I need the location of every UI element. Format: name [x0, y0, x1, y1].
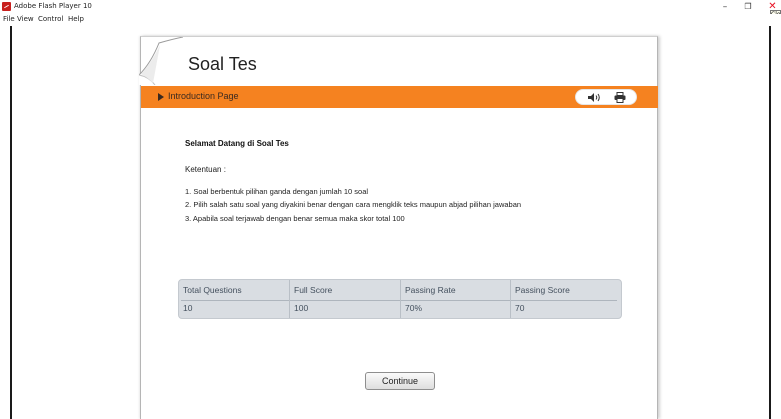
continue-button[interactable]: Continue — [365, 372, 435, 390]
column-value: 70% — [405, 303, 423, 313]
minimize-button[interactable]: – — [718, 0, 732, 14]
menu-bar: File View Control Help — [0, 14, 781, 25]
quiz-stats-table: Total Questions 10 Full Score 100 Passin… — [178, 279, 622, 319]
chevron-right-icon — [158, 93, 164, 101]
column-header: Passing Rate — [405, 285, 456, 295]
maximize-button[interactable]: ❐ — [741, 0, 755, 14]
stats-column-passing-score: Passing Score 70 — [510, 280, 621, 318]
column-header: Full Score — [294, 285, 333, 295]
column-value: 10 — [183, 303, 193, 313]
speaker-icon[interactable] — [587, 92, 601, 103]
column-value: 100 — [294, 303, 309, 313]
stats-column-passing-rate: Passing Rate 70% — [400, 280, 510, 318]
rule-item: 3. Apabila soal terjawab dengan benar se… — [185, 214, 405, 223]
window-title: Adobe Flash Player 10 — [14, 2, 92, 10]
column-header: Passing Score — [515, 285, 570, 295]
column-value: 70 — [515, 303, 525, 313]
page-title: Soal Tes — [188, 54, 257, 74]
stats-column-total-questions: Total Questions 10 — [179, 280, 289, 318]
flash-player-icon — [2, 2, 11, 11]
menu-view[interactable]: View — [17, 14, 34, 25]
menu-help[interactable]: Help — [68, 14, 84, 25]
rule-item: 2. Pilih salah satu soal yang diyakini b… — [185, 200, 522, 209]
rule-item: 1. Soal berbentuk pilihan ganda dengan j… — [185, 187, 369, 196]
column-header: Total Questions — [183, 285, 242, 295]
section-label: Introduction Page — [168, 91, 239, 101]
page-curl-decoration — [139, 37, 183, 85]
menu-file[interactable]: File — [3, 14, 15, 25]
stats-column-full-score: Full Score 100 — [289, 280, 400, 318]
printer-icon[interactable] — [614, 92, 626, 103]
menu-control[interactable]: Control — [38, 14, 63, 25]
toolbar-pill — [575, 89, 637, 105]
rules-title: Ketentuan : — [185, 165, 226, 174]
title-bar: Adobe Flash Player 10 – ❐ ✕ — [0, 0, 781, 14]
welcome-heading: Selamat Datang di Soal Tes — [185, 139, 289, 148]
